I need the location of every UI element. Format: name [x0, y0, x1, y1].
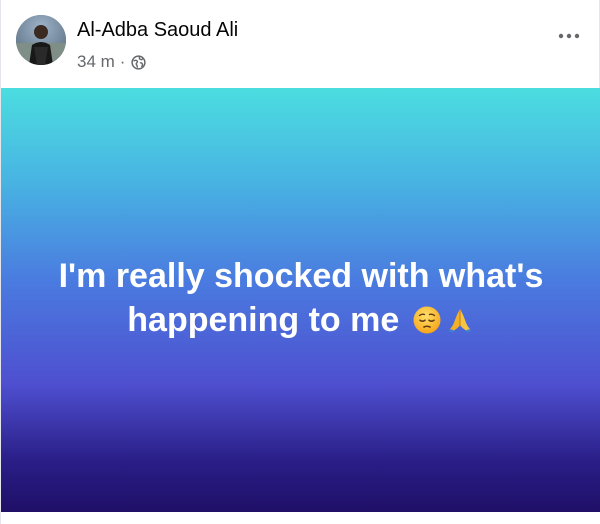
post-timestamp[interactable]: 34 m — [77, 52, 115, 72]
post-text: I'm really shocked with what's happening… — [11, 254, 591, 342]
post-meta: 34 m · — [77, 52, 147, 72]
author-name[interactable]: Al-Adba Saoud Ali — [77, 18, 238, 42]
post-footer — [1, 512, 600, 524]
profile-photo-icon — [16, 15, 66, 65]
pensive-face-emoji — [412, 302, 442, 334]
meta-separator: · — [119, 52, 126, 71]
author-avatar[interactable] — [16, 15, 66, 65]
post-header: Al-Adba Saoud Ali 34 m · — [1, 0, 600, 88]
post-text-line-2: happening to me — [127, 301, 400, 339]
post-text-line-1: I'm really shocked with what's — [58, 257, 544, 295]
facebook-post: Al-Adba Saoud Ali 34 m · I'm really shoc… — [0, 0, 600, 524]
globe-icon[interactable] — [131, 54, 147, 70]
more-options-icon[interactable] — [557, 28, 581, 44]
folded-hands-emoji — [445, 302, 475, 333]
